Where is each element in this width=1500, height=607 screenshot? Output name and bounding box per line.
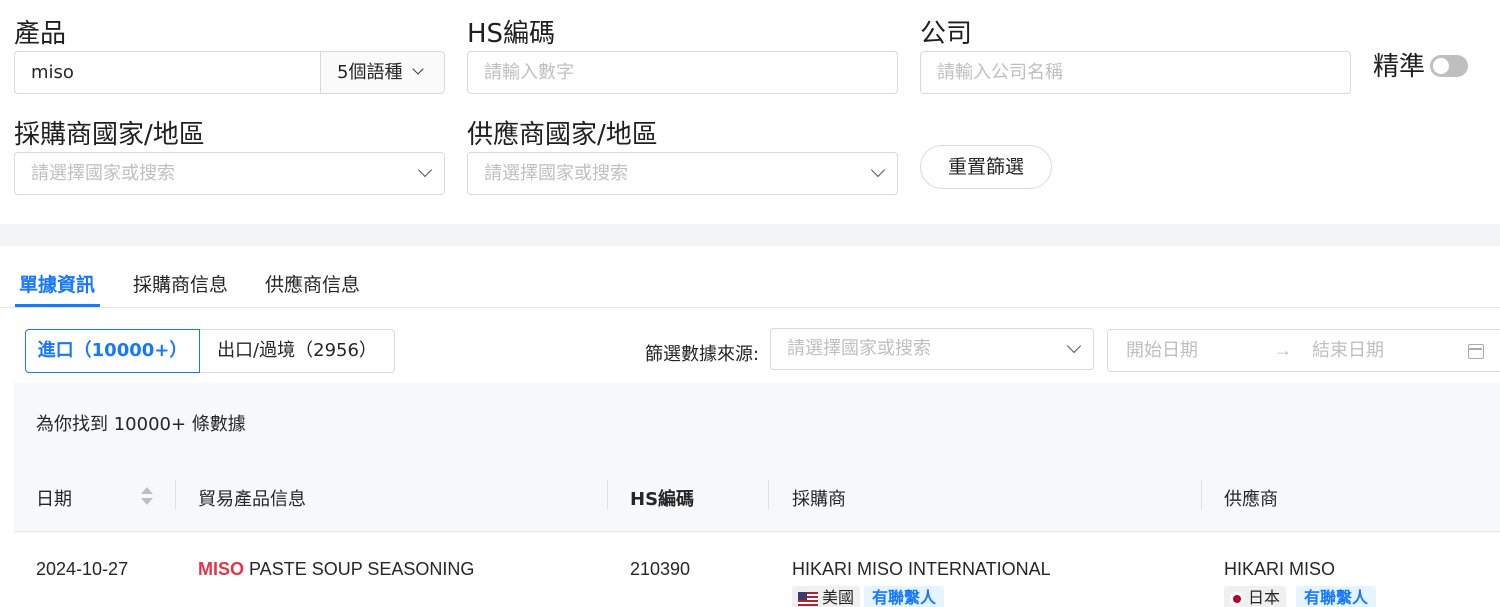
import-toggle-button[interactable]: 進口（10000+） (25, 329, 200, 373)
column-header-product: 貿易產品信息 (198, 489, 306, 510)
product-input[interactable]: miso (31, 52, 74, 93)
buyer-country-name: 美國 (822, 588, 855, 607)
company-label: 公司 (920, 19, 973, 49)
product-description: PASTE SOUP SEASONING (244, 559, 475, 579)
company-placeholder: 請輸入公司名稱 (937, 62, 1063, 83)
company-input[interactable]: 請輸入公司名稱 (920, 51, 1351, 94)
chevron-down-icon (412, 63, 424, 75)
buyer-country-placeholder: 請選擇國家或搜索 (31, 163, 175, 184)
supplier-has-contact-badge[interactable]: 有聯繫人 (1296, 586, 1377, 607)
buyer-country-tag: 美國 (792, 586, 861, 607)
column-divider (1201, 480, 1202, 510)
chevron-down-icon (870, 162, 886, 178)
buyer-country-select[interactable]: 請選擇國家或搜索 (14, 152, 445, 195)
exact-match-label: 精準 (1373, 52, 1426, 82)
reset-filters-button[interactable]: 重置篩選 (920, 145, 1052, 189)
us-flag-icon (798, 591, 818, 606)
supplier-country-label: 供應商國家/地區 (467, 120, 658, 150)
supplier-tags: 日本 有聯繫人 (1224, 586, 1384, 607)
row-supplier-name[interactable]: HIKARI MISO (1224, 559, 1335, 580)
date-range-picker[interactable]: 開始日期 → 結束日期 (1107, 329, 1500, 372)
supplier-country-placeholder: 請選擇國家或搜索 (484, 163, 628, 184)
tab-suppliers[interactable]: 供應商信息 (265, 270, 360, 297)
end-date-input[interactable]: 結束日期 (1312, 330, 1384, 371)
data-source-label: 篩選數據來源: (645, 344, 760, 365)
data-source-placeholder: 請選擇國家或搜索 (787, 338, 931, 359)
supplier-country-name: 日本 (1248, 588, 1281, 607)
column-divider (175, 480, 176, 510)
buyer-tags: 美國 有聯繫人 (792, 586, 952, 607)
column-header-buyer: 採購商 (792, 489, 846, 510)
column-header-date[interactable]: 日期 (36, 485, 72, 511)
column-header-supplier: 供應商 (1224, 489, 1278, 510)
row-hs-code: 210390 (630, 559, 691, 579)
row-buyer-name[interactable]: HIKARI MISO INTERNATIONAL (792, 559, 1051, 580)
section-divider (0, 224, 1500, 246)
results-summary: 為你找到 10000+ 條數據 (36, 414, 246, 435)
tab-documents[interactable]: 單據資訊 (19, 270, 95, 297)
chevron-down-icon (1066, 338, 1082, 354)
hs-code-placeholder: 請輸入數字 (484, 62, 574, 83)
active-tab-indicator (15, 304, 100, 307)
language-select[interactable]: 5個語種 (320, 52, 444, 93)
buyer-country-label: 採購商國家/地區 (14, 120, 205, 150)
supplier-country-select[interactable]: 請選擇國家或搜索 (467, 152, 898, 195)
japan-flag-icon (1230, 591, 1244, 606)
column-header-hs: HS編碼 (630, 489, 695, 510)
column-divider (607, 480, 608, 510)
exact-match-toggle[interactable] (1430, 55, 1468, 77)
sort-icon[interactable] (141, 487, 153, 507)
row-product[interactable]: MISO PASTE SOUP SEASONING (198, 559, 474, 580)
buyer-has-contact-badge[interactable]: 有聯繫人 (864, 586, 945, 607)
row-date: 2024-10-27 (36, 559, 129, 579)
search-keyword-highlight: MISO (198, 559, 245, 579)
hs-code-input[interactable]: 請輸入數字 (467, 51, 898, 94)
product-search-field[interactable]: miso 5個語種 (14, 51, 445, 94)
data-source-select[interactable]: 請選擇國家或搜索 (770, 328, 1094, 370)
product-label: 產品 (14, 19, 67, 49)
supplier-country-tag: 日本 (1224, 586, 1287, 607)
tab-bar: 單據資訊 採購商信息 供應商信息 (0, 246, 1500, 308)
calendar-icon (1468, 344, 1484, 359)
chevron-down-icon (417, 162, 433, 178)
hs-code-label: HS編碼 (467, 19, 556, 49)
export-toggle-button[interactable]: 出口/過境（2956） (199, 329, 395, 373)
start-date-input[interactable]: 開始日期 (1126, 330, 1198, 371)
toggle-knob (1433, 58, 1449, 74)
column-divider (768, 480, 769, 510)
range-arrow-icon: → (1274, 340, 1292, 360)
tab-buyers[interactable]: 採購商信息 (133, 270, 228, 297)
language-select-label: 5個語種 (337, 62, 403, 83)
